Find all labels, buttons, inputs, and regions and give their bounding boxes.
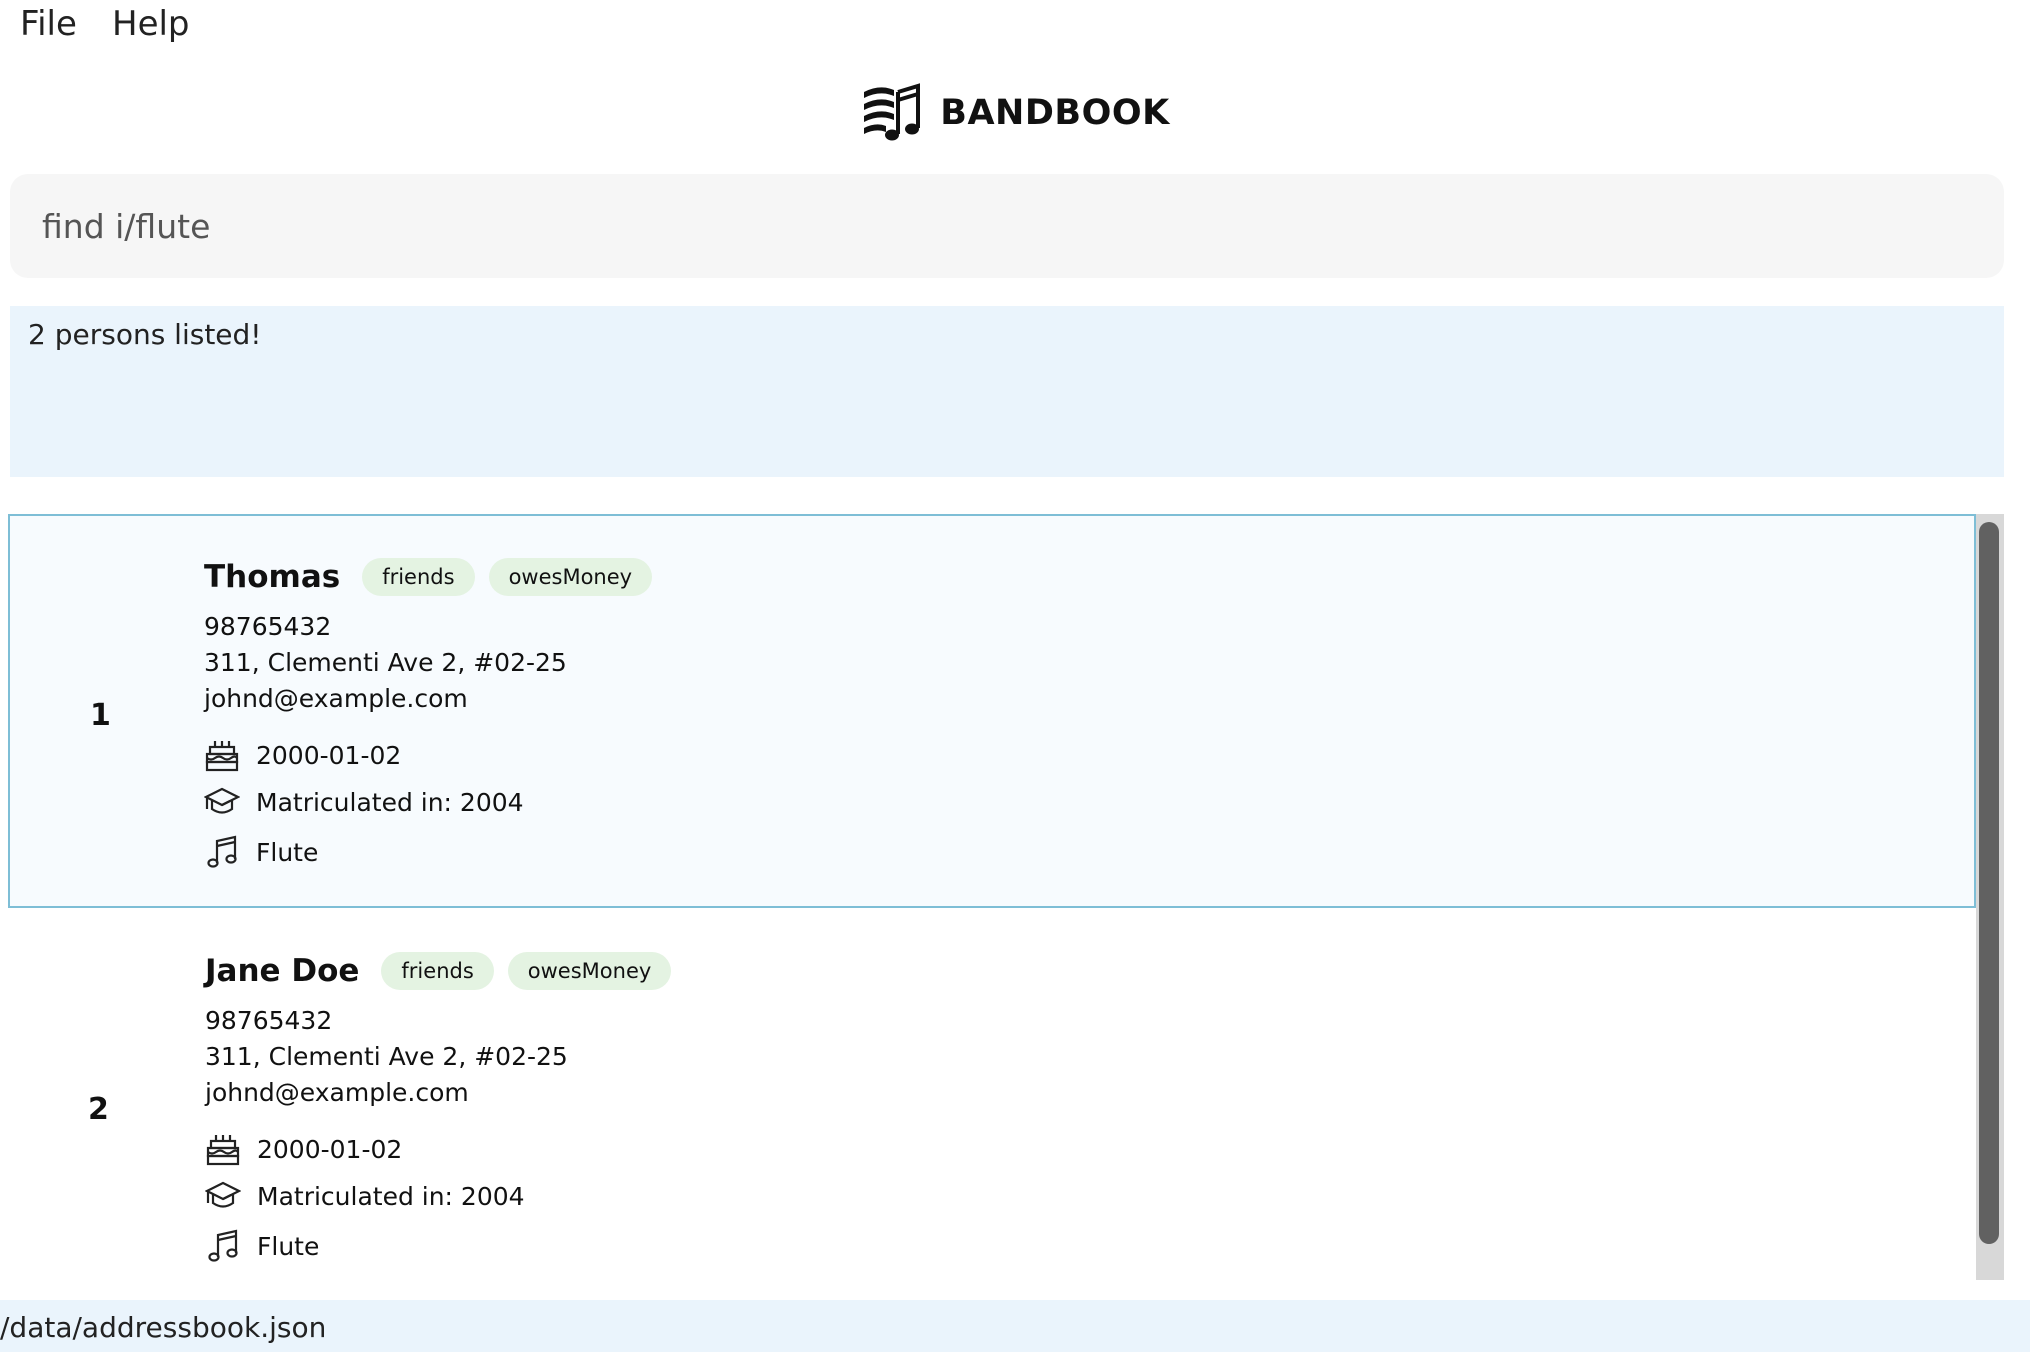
matriculation-row: Matriculated in: 2004 (205, 1180, 525, 1212)
cake-icon (204, 738, 240, 772)
app-header: BANDBOOK (0, 78, 2030, 148)
person-name: Thomas (204, 559, 341, 595)
person-birthday: 2000-01-02 (256, 740, 402, 770)
tag-badge: friends (362, 558, 475, 596)
person-index: 1 (90, 698, 111, 733)
menu-bar: File Help (0, 0, 2030, 56)
person-card[interactable]: 2 Jane Doe friends owesMoney 98765432 31… (8, 910, 1976, 1280)
person-instrument: Flute (257, 1231, 320, 1261)
instrument-row: Flute (205, 1228, 319, 1264)
person-address: 311, Clementi Ave 2, #02-25 (204, 648, 567, 677)
person-list[interactable]: 1 Thomas friends owesMoney 98765432 311,… (8, 514, 2004, 1280)
music-notes-logo-icon (860, 82, 922, 144)
person-phone: 98765432 (204, 612, 332, 641)
person-index: 2 (88, 1092, 109, 1127)
status-bar: /data/addressbook.json (0, 1300, 2030, 1352)
result-display: 2 persons listed! (10, 306, 2004, 477)
result-message: 2 persons listed! (28, 318, 262, 351)
graduation-cap-icon (204, 786, 240, 818)
matriculation-row: Matriculated in: 2004 (204, 786, 524, 818)
person-address: 311, Clementi Ave 2, #02-25 (205, 1042, 568, 1071)
tag-badge: friends (381, 952, 494, 990)
list-scrollbar[interactable] (1976, 514, 2004, 1280)
cake-icon (205, 1132, 241, 1166)
music-note-icon (204, 834, 240, 870)
graduation-cap-icon (205, 1180, 241, 1212)
person-matriculation: Matriculated in: 2004 (257, 1181, 525, 1211)
tag-badge: owesMoney (488, 558, 653, 596)
person-header: Jane Doe friends owesMoney (205, 952, 672, 990)
person-matriculation: Matriculated in: 2004 (256, 787, 524, 817)
person-email: johnd@example.com (205, 1078, 469, 1107)
tag-badge: owesMoney (507, 952, 672, 990)
person-email: johnd@example.com (204, 684, 468, 713)
command-box[interactable] (10, 174, 2004, 278)
instrument-row: Flute (204, 834, 318, 870)
command-input[interactable] (40, 205, 1974, 247)
save-location: /data/addressbook.json (0, 1311, 327, 1344)
person-name: Jane Doe (205, 953, 360, 989)
person-birthday: 2000-01-02 (257, 1134, 403, 1164)
menu-help[interactable]: Help (112, 4, 190, 44)
person-header: Thomas friends owesMoney (204, 558, 653, 596)
person-instrument: Flute (256, 837, 319, 867)
person-phone: 98765432 (205, 1006, 333, 1035)
menu-file[interactable]: File (20, 4, 77, 44)
person-card[interactable]: 1 Thomas friends owesMoney 98765432 311,… (8, 514, 1976, 908)
music-note-icon (205, 1228, 241, 1264)
birthday-row: 2000-01-02 (205, 1132, 402, 1166)
birthday-row: 2000-01-02 (204, 738, 401, 772)
scrollbar-thumb[interactable] (1979, 522, 1999, 1244)
app-title: BANDBOOK (940, 93, 1170, 133)
